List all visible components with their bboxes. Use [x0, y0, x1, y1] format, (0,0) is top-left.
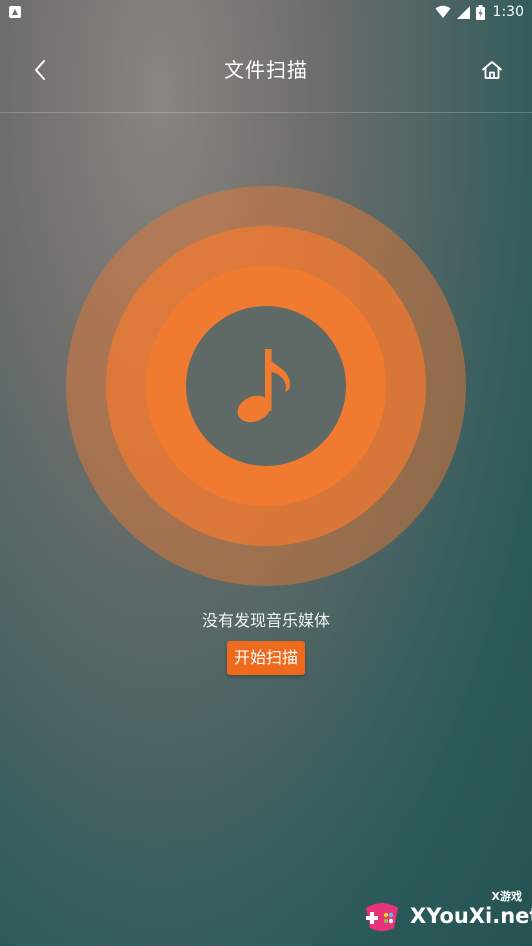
home-icon — [482, 61, 502, 79]
home-button[interactable] — [474, 52, 510, 88]
watermark-small-label: X游戏 — [491, 890, 522, 903]
cell-signal-icon — [456, 5, 470, 19]
no-media-message: 没有发现音乐媒体 — [201, 611, 330, 630]
page-title: 文件扫描 — [224, 58, 308, 82]
start-scan-button[interactable]: 开始扫描 — [227, 641, 305, 675]
music-note-icon — [237, 349, 291, 423]
gamepad-logo-icon — [366, 903, 398, 931]
app-header: 文件扫描 — [0, 24, 532, 112]
status-icons: 1:30 — [435, 3, 524, 21]
watermark-brand: XYouXi.net — [410, 904, 532, 928]
wifi-icon — [435, 5, 451, 18]
notification-icon — [9, 6, 21, 18]
status-bar: 1:30 — [0, 0, 532, 24]
battery-icon — [475, 4, 485, 20]
scan-center-disc — [186, 306, 346, 466]
site-watermark: X游戏 XYouXi.net — [356, 886, 532, 944]
status-time: 1:30 — [492, 4, 524, 20]
header-divider — [0, 112, 532, 113]
